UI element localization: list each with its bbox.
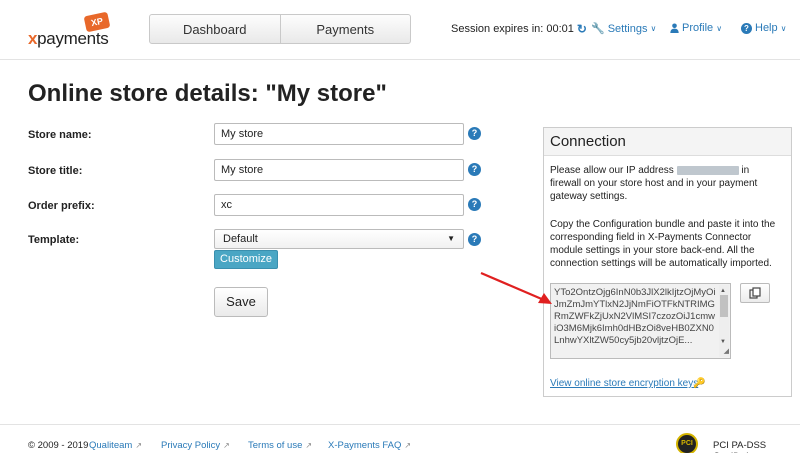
customize-button[interactable]: Customize bbox=[214, 250, 278, 269]
chevron-down-icon: ∨ bbox=[650, 24, 657, 33]
qualiteam-link[interactable]: Qualiteam ↗ bbox=[89, 440, 142, 451]
tab-payments[interactable]: Payments bbox=[279, 15, 411, 43]
external-link-icon: ↗ bbox=[305, 441, 313, 450]
pci-certified-link[interactable]: PCI PA-DSS Certified↗ bbox=[713, 440, 800, 453]
annotation-arrow-icon bbox=[480, 271, 552, 304]
page: XP xpayments Dashboard Payments Session … bbox=[0, 0, 800, 453]
bundle-instructions: Copy the Configuration bundle and paste … bbox=[550, 219, 776, 269]
resize-handle-icon[interactable]: ◢ bbox=[724, 346, 729, 358]
configuration-bundle-textarea[interactable]: YTo2OntzOjg6InN0b3JlX2lkIjtzOjMyOiJmZmJm… bbox=[550, 283, 731, 359]
template-selected-value: Default bbox=[223, 233, 258, 245]
xpayments-faq-link[interactable]: X-Payments FAQ ↗ bbox=[328, 440, 411, 451]
help-icon[interactable]: ? bbox=[468, 198, 481, 211]
profile-menu[interactable]: Profile ∨ bbox=[670, 22, 722, 34]
store-name-field[interactable] bbox=[214, 123, 464, 145]
settings-label: Settings bbox=[607, 22, 648, 35]
help-icon[interactable]: ? bbox=[468, 163, 481, 176]
settings-menu[interactable]: 🔧 Settings ∨ bbox=[591, 22, 657, 36]
redacted-ip-address bbox=[676, 165, 739, 175]
template-label: Template: bbox=[28, 234, 80, 246]
terms-of-use-link[interactable]: Terms of use ↗ bbox=[248, 440, 312, 451]
bundle-text: YTo2OntzOjg6InN0b3JlX2lkIjtzOjMyOiJmZmJm… bbox=[554, 287, 716, 346]
order-prefix-field[interactable] bbox=[214, 194, 464, 216]
session-label: Session expires in: 00:01 bbox=[451, 23, 574, 35]
external-link-icon: ↗ bbox=[223, 441, 230, 450]
copy-bundle-button[interactable] bbox=[740, 283, 770, 303]
chevron-down-icon: ∨ bbox=[780, 23, 787, 33]
template-select[interactable]: Default ▼ bbox=[214, 229, 464, 249]
top-header: XP xpayments Dashboard Payments Session … bbox=[0, 0, 800, 60]
main-nav: Dashboard Payments bbox=[149, 14, 411, 44]
order-prefix-label: Order prefix: bbox=[28, 200, 95, 212]
wrench-icon: 🔧 bbox=[591, 23, 605, 35]
help-menu[interactable]: ? Help ∨ bbox=[741, 22, 786, 34]
connection-title: Connection bbox=[544, 128, 791, 156]
refresh-icon[interactable]: ↻ bbox=[577, 22, 587, 36]
connection-panel: Connection Please allow our IP address i… bbox=[543, 127, 792, 397]
help-label: Help bbox=[755, 22, 778, 34]
store-title-label: Store title: bbox=[28, 165, 83, 177]
help-icon[interactable]: ? bbox=[468, 233, 481, 246]
store-title-field[interactable] bbox=[214, 159, 464, 181]
external-link-icon: ↗ bbox=[135, 441, 143, 450]
copy-icon bbox=[749, 287, 761, 299]
profile-label: Profile bbox=[682, 22, 714, 34]
caret-down-icon: ▼ bbox=[447, 234, 455, 243]
pci-certified-badge: PCI bbox=[676, 433, 698, 453]
help-icon[interactable]: ? bbox=[468, 127, 481, 140]
logo-text: xpayments bbox=[28, 29, 109, 48]
user-icon bbox=[670, 23, 679, 33]
external-link-icon: ↗ bbox=[404, 441, 412, 450]
session-timer: Session expires in: 00:01 ↻ bbox=[451, 22, 587, 36]
xpayments-logo[interactable]: XP xpayments bbox=[28, 11, 128, 50]
view-encryption-keys-link[interactable]: View online store encryption keys bbox=[550, 378, 698, 389]
save-button[interactable]: Save bbox=[214, 287, 268, 317]
page-title: Online store details: "My store" bbox=[28, 80, 387, 107]
tab-dashboard[interactable]: Dashboard bbox=[150, 15, 280, 43]
scroll-thumb[interactable] bbox=[720, 295, 728, 317]
privacy-policy-link[interactable]: Privacy Policy ↗ bbox=[161, 440, 230, 451]
copyright-text: © 2009 - 2019 bbox=[28, 440, 89, 451]
key-icon: 🔑 bbox=[693, 378, 706, 389]
page-footer: © 2009 - 2019 Qualiteam ↗ Privacy Policy ↗… bbox=[0, 424, 800, 453]
firewall-instructions: Please allow our IP address in firewall … bbox=[550, 165, 758, 202]
help-circle-icon: ? bbox=[741, 22, 752, 34]
chevron-down-icon: ∨ bbox=[716, 23, 723, 33]
store-name-label: Store name: bbox=[28, 129, 92, 141]
